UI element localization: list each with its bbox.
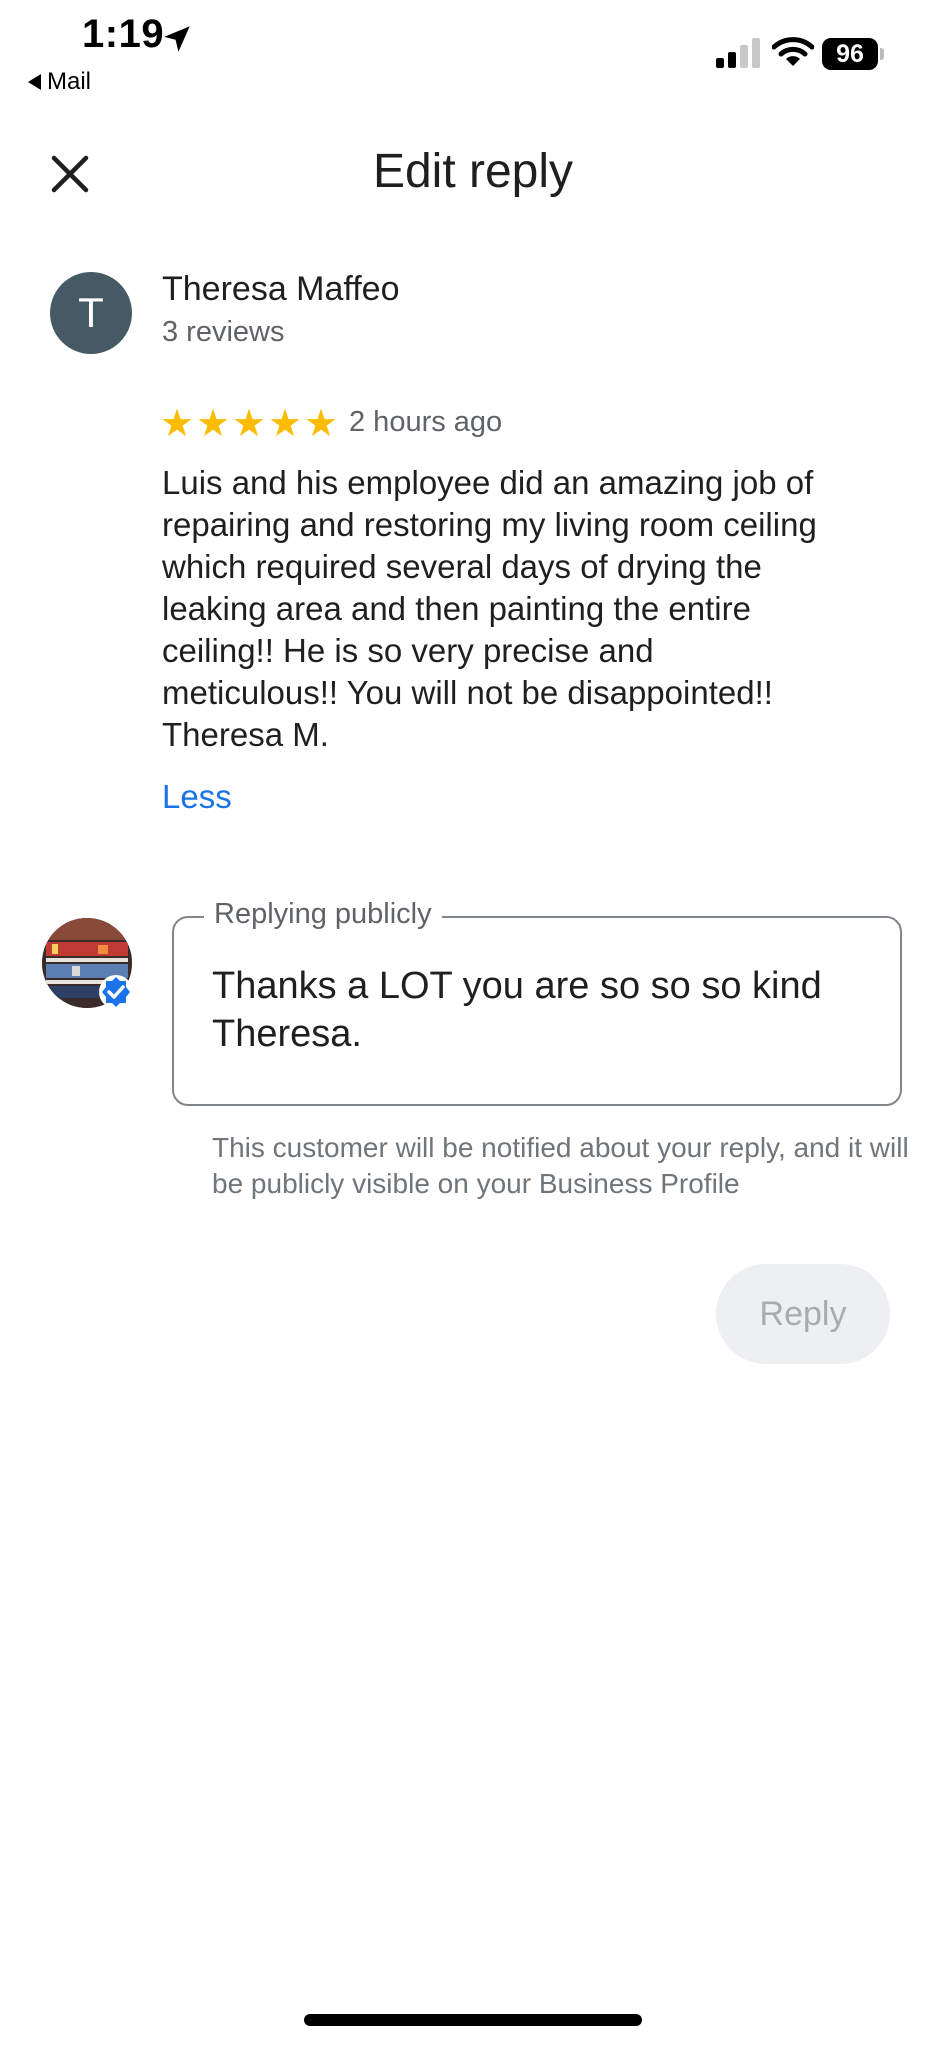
wifi-icon: [772, 37, 814, 66]
reply-button[interactable]: Reply: [716, 1264, 890, 1364]
reply-input-label: Replying publicly: [204, 898, 442, 931]
star-icon: ★: [196, 403, 231, 445]
status-time: 1:19: [82, 12, 165, 56]
star-rating: ★ ★ ★ ★ ★: [160, 404, 340, 444]
reply-input-value[interactable]: Thanks a LOT you are so so so kind There…: [212, 962, 872, 1058]
star-icon: ★: [304, 403, 339, 445]
star-icon: ★: [232, 403, 267, 445]
battery-cap: [880, 48, 884, 60]
review-text: Luis and his employee did an amazing job…: [162, 464, 817, 753]
battery-icon: 96: [822, 38, 884, 70]
star-icon: ★: [160, 403, 195, 445]
home-indicator[interactable]: [304, 2014, 642, 2026]
reply-visibility-notice: This customer will be notified about you…: [212, 1132, 909, 1199]
back-app-label: Mail: [47, 68, 92, 95]
signal-icon: [716, 38, 760, 68]
page-title: Edit reply: [372, 145, 574, 198]
star-icon: ★: [268, 403, 303, 445]
review-count: 3 reviews: [162, 316, 285, 348]
battery-level: 96: [822, 38, 878, 70]
back-to-mail-link[interactable]: Mail: [28, 68, 91, 96]
reviewer-avatar: T: [50, 272, 132, 354]
less-link[interactable]: Less: [162, 778, 232, 816]
location-arrow-icon: [164, 26, 190, 52]
back-triangle-icon: [28, 74, 41, 90]
verified-badge-icon: [99, 975, 133, 1009]
reviewer-name: Theresa Maffeo: [162, 270, 400, 308]
review-time: 2 hours ago: [349, 406, 503, 438]
